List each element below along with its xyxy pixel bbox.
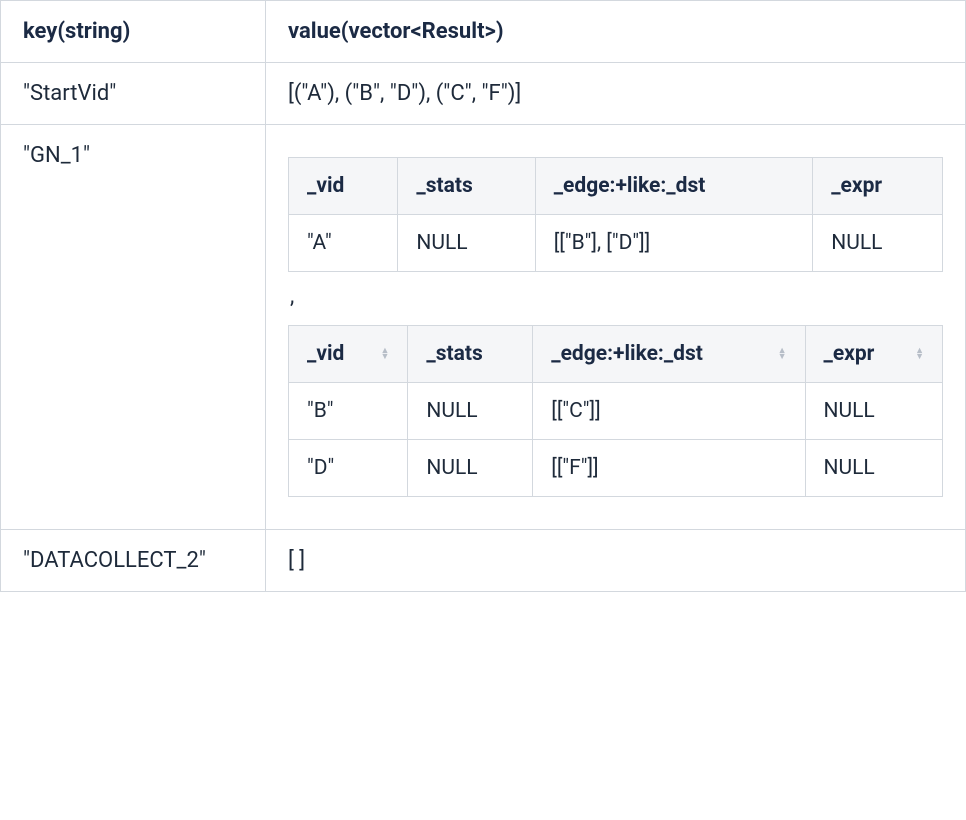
sort-icon[interactable]: ▲▼ [778, 348, 787, 360]
inner1-header-vid: _vid [289, 158, 398, 215]
inner2-header-vid-label: _vid [307, 342, 344, 366]
inner2-header-stats-label: _stats [426, 342, 482, 366]
outer-header-row: key(string) value(vector<Result>) [1, 1, 966, 63]
inner1-r0-vid: "A" [289, 215, 398, 272]
inner2-header-vid[interactable]: _vid ▲▼ [289, 326, 408, 383]
inner2-r1-stats: NULL [408, 440, 533, 497]
cell-gn1-value: _vid _stats _edge:+like:_dst _expr "A" N… [266, 125, 966, 530]
sort-icon[interactable]: ▲▼ [380, 348, 389, 360]
cell-gn1-key: "GN_1" [1, 125, 266, 530]
inner2-header-expr[interactable]: _expr ▲▼ [805, 326, 943, 383]
inner2-header-stats[interactable]: _stats [408, 326, 533, 383]
inner2-r1-expr: NULL [805, 440, 943, 497]
inner1-header-stats: _stats [398, 158, 535, 215]
inner2-r0-edge: [["C"]] [533, 383, 805, 440]
inner1-header-edge: _edge:+like:_dst [535, 158, 813, 215]
outer-table: key(string) value(vector<Result>) "Start… [0, 0, 966, 592]
inner2-r1-edge: [["F"]] [533, 440, 805, 497]
inner1-r0-expr: NULL [813, 215, 943, 272]
inner1-header-expr: _expr [813, 158, 943, 215]
inner2-header-row: _vid ▲▼ _stats [289, 326, 943, 383]
inner1-r0-edge: [["B"], ["D"]] [535, 215, 813, 272]
inner2-r0-expr: NULL [805, 383, 943, 440]
row-startvid: "StartVid" [("A"), ("B", "D"), ("C", "F"… [1, 63, 966, 125]
cell-datacollect-value: [ ] [266, 530, 966, 592]
cell-startvid-key: "StartVid" [1, 63, 266, 125]
inner2-header-expr-label: _expr [824, 342, 875, 366]
inner2-r1-vid: "D" [289, 440, 408, 497]
inner2-row-0: "B" NULL [["C"]] NULL [289, 383, 943, 440]
cell-startvid-value: [("A"), ("B", "D"), ("C", "F")] [266, 63, 966, 125]
inner1-r0-stats: NULL [398, 215, 535, 272]
inner2-r0-vid: "B" [289, 383, 408, 440]
outer-header-value: value(vector<Result>) [266, 1, 966, 63]
inner1-header-row: _vid _stats _edge:+like:_dst _expr [289, 158, 943, 215]
row-gn1: "GN_1" _vid _stats _edge:+like:_dst _exp… [1, 125, 966, 530]
sort-icon[interactable]: ▲▼ [915, 348, 924, 360]
gn1-inner-table-2: _vid ▲▼ _stats [288, 325, 943, 497]
gn1-inner-wrap: _vid _stats _edge:+like:_dst _expr "A" N… [288, 143, 943, 511]
inner2-r0-stats: NULL [408, 383, 533, 440]
inner2-row-1: "D" NULL [["F"]] NULL [289, 440, 943, 497]
inner2-header-edge[interactable]: _edge:+like:_dst ▲▼ [533, 326, 805, 383]
outer-header-key: key(string) [1, 1, 266, 63]
gn1-separator: , [288, 282, 943, 315]
inner1-row-0: "A" NULL [["B"], ["D"]] NULL [289, 215, 943, 272]
inner2-header-edge-label: _edge:+like:_dst [551, 342, 703, 366]
cell-datacollect-key: "DATACOLLECT_2" [1, 530, 266, 592]
row-datacollect: "DATACOLLECT_2" [ ] [1, 530, 966, 592]
gn1-inner-table-1: _vid _stats _edge:+like:_dst _expr "A" N… [288, 157, 943, 272]
